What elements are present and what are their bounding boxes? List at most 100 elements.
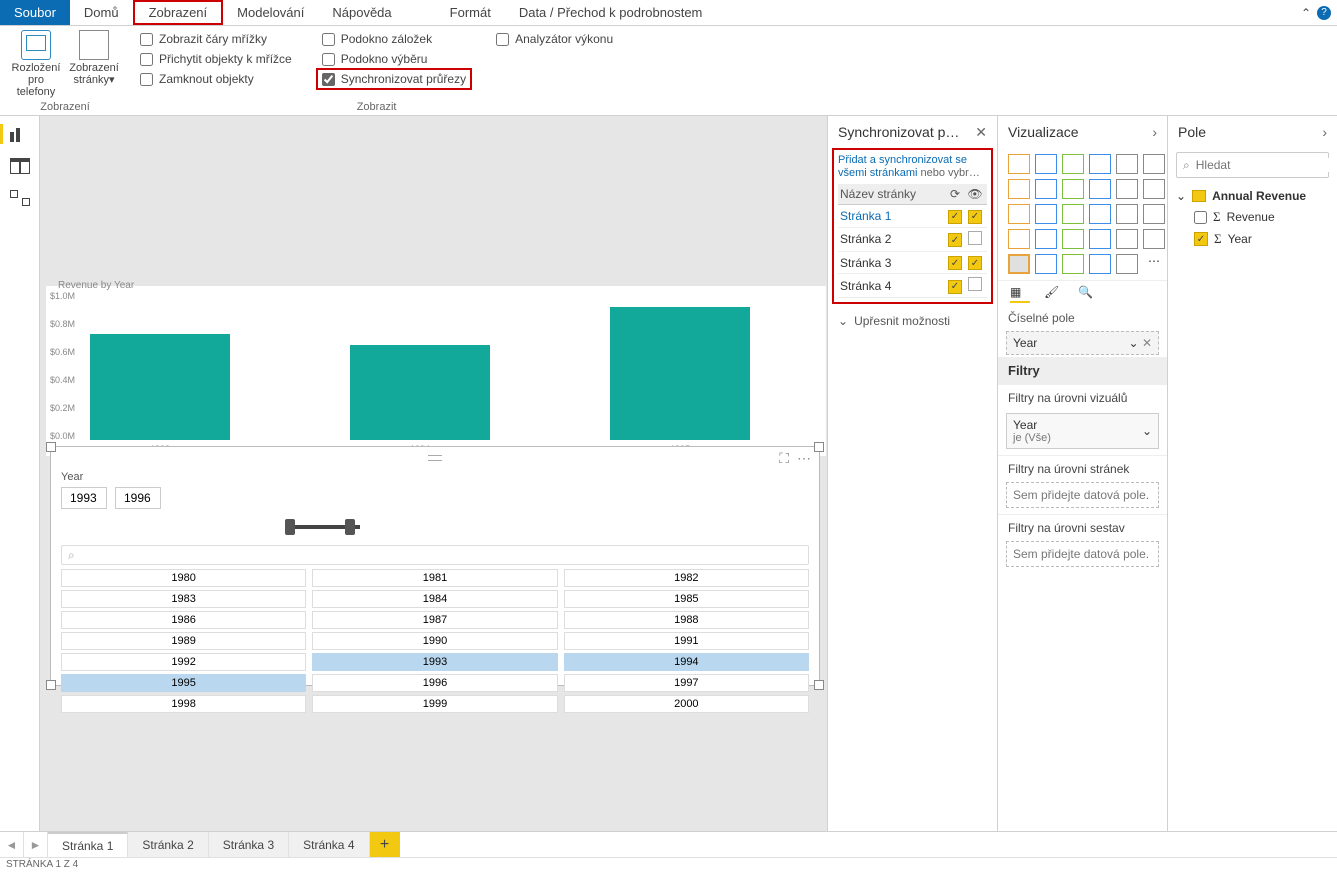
slicer-year-cell[interactable]: 1986 bbox=[61, 611, 306, 629]
chevron-right-icon[interactable]: › bbox=[1322, 124, 1327, 140]
report-canvas[interactable]: Revenue by Year $1.0M$0.8M$0.6M$0.4M$0.2… bbox=[40, 116, 827, 831]
field-year[interactable]: ✓ Σ Year bbox=[1176, 228, 1329, 250]
slicer-year-cell[interactable]: 1993 bbox=[312, 653, 557, 671]
slicer-year-cell[interactable]: 1997 bbox=[564, 674, 809, 692]
viz-type-icon[interactable] bbox=[1062, 254, 1084, 274]
visible-checkbox[interactable]: ✓ bbox=[968, 210, 982, 224]
format-tab-icon[interactable]: 🖌 bbox=[1044, 285, 1064, 303]
viz-type-icon[interactable] bbox=[1089, 254, 1111, 274]
sync-page-name[interactable]: Stránka 2 bbox=[840, 232, 945, 246]
viz-type-icon[interactable] bbox=[1089, 154, 1111, 174]
slicer-to-input[interactable]: 1996 bbox=[115, 487, 161, 509]
chk-selection[interactable]: Podokno výběru bbox=[322, 52, 466, 66]
slicer-year-cell[interactable]: 1996 bbox=[312, 674, 557, 692]
more-options-icon[interactable]: ⋯ bbox=[797, 450, 811, 467]
slicer-slider[interactable] bbox=[61, 515, 809, 541]
viz-type-icon[interactable] bbox=[1008, 254, 1030, 274]
slicer-year-cell[interactable]: 1985 bbox=[564, 590, 809, 608]
drag-grip-icon[interactable] bbox=[428, 455, 442, 461]
field-revenue-checkbox[interactable] bbox=[1194, 211, 1207, 224]
chk-perf[interactable]: Analyzátor výkonu bbox=[496, 32, 613, 46]
bar[interactable] bbox=[350, 345, 490, 440]
viz-type-icon[interactable] bbox=[1062, 229, 1084, 249]
advanced-options-toggle[interactable]: ⌄ Upřesnit možnosti bbox=[828, 304, 997, 338]
sync-hint[interactable]: Přidat a synchronizovat se všemi stránka… bbox=[838, 154, 987, 180]
slicer-year-cell[interactable]: 1980 bbox=[61, 569, 306, 587]
page-prev-button[interactable]: ◄ bbox=[0, 832, 24, 857]
chk-snap[interactable]: Přichytit objekty k mřížce bbox=[140, 52, 292, 66]
sync-checkbox[interactable]: ✓ bbox=[948, 256, 962, 270]
page-next-button[interactable]: ► bbox=[24, 832, 48, 857]
report-filter-dropzone[interactable]: Sem přidejte datová pole. bbox=[1006, 541, 1159, 567]
viz-type-icon[interactable] bbox=[1089, 179, 1111, 199]
bar[interactable] bbox=[610, 307, 750, 440]
viz-type-icon[interactable] bbox=[1143, 204, 1165, 224]
slicer-year-cell[interactable]: 1981 bbox=[312, 569, 557, 587]
viz-type-icon[interactable] bbox=[1035, 254, 1057, 274]
viz-type-icon[interactable] bbox=[1089, 204, 1111, 224]
rail-data-icon[interactable] bbox=[10, 158, 30, 174]
slider-knob-right[interactable] bbox=[345, 519, 355, 535]
resize-handle[interactable] bbox=[814, 680, 824, 690]
remove-field-icon[interactable]: ✕ bbox=[1142, 336, 1152, 350]
rail-model-icon[interactable] bbox=[10, 190, 30, 206]
analytics-tab-icon[interactable]: 🔍 bbox=[1078, 285, 1098, 303]
slicer-year-cell[interactable]: 1988 bbox=[564, 611, 809, 629]
viz-type-icon[interactable] bbox=[1035, 179, 1057, 199]
tab-view[interactable]: Zobrazení bbox=[133, 0, 224, 25]
viz-type-icon[interactable] bbox=[1116, 204, 1138, 224]
slicer-year-cell[interactable]: 1994 bbox=[564, 653, 809, 671]
visible-checkbox[interactable]: ✓ bbox=[968, 256, 982, 270]
viz-type-icon[interactable] bbox=[1116, 229, 1138, 249]
page-tab[interactable]: Stránka 2 bbox=[128, 832, 208, 857]
viz-type-icon[interactable] bbox=[1116, 154, 1138, 174]
slicer-year-cell[interactable]: 1990 bbox=[312, 632, 557, 650]
viz-type-icon[interactable] bbox=[1062, 154, 1084, 174]
viz-type-icon[interactable] bbox=[1008, 179, 1030, 199]
rail-report-icon[interactable] bbox=[10, 126, 30, 142]
viz-type-icon[interactable] bbox=[1008, 229, 1030, 249]
chk-lock[interactable]: Zamknout objekty bbox=[140, 72, 292, 86]
sync-page-name[interactable]: Stránka 3 bbox=[840, 256, 945, 270]
chevron-down-icon[interactable]: ⌄ bbox=[1142, 424, 1152, 438]
focus-mode-icon[interactable]: ⛶ bbox=[779, 450, 789, 467]
slicer-year-cell[interactable]: 1998 bbox=[61, 695, 306, 713]
slicer-year-cell[interactable]: 1995 bbox=[61, 674, 306, 692]
slicer-year-cell[interactable]: 1992 bbox=[61, 653, 306, 671]
slicer-year-cell[interactable]: 1984 bbox=[312, 590, 557, 608]
sync-page-name[interactable]: Stránka 1 bbox=[840, 209, 945, 223]
tab-format[interactable]: Formát bbox=[436, 0, 505, 25]
chevron-right-icon[interactable]: › bbox=[1152, 124, 1157, 140]
viz-type-icon[interactable] bbox=[1035, 229, 1057, 249]
fields-search[interactable]: ⌕ bbox=[1176, 152, 1329, 178]
field-well-year[interactable]: Year ⌄ ✕ bbox=[1006, 331, 1159, 355]
sync-checkbox[interactable]: ✓ bbox=[948, 233, 962, 247]
tab-drill[interactable]: Data / Přechod k podrobnostem bbox=[505, 0, 717, 25]
tab-home[interactable]: Domů bbox=[70, 0, 133, 25]
slider-knob-left[interactable] bbox=[285, 519, 295, 535]
slicer-year-cell[interactable]: 1989 bbox=[61, 632, 306, 650]
viz-type-icon[interactable] bbox=[1089, 229, 1111, 249]
field-year-checkbox[interactable]: ✓ bbox=[1194, 232, 1208, 246]
chk-bookmarks[interactable]: Podokno záložek bbox=[322, 32, 466, 46]
viz-type-icon[interactable] bbox=[1116, 179, 1138, 199]
tab-help[interactable]: Nápověda bbox=[318, 0, 405, 25]
phone-layout-button[interactable]: Rozložení pro telefony bbox=[10, 30, 62, 98]
slicer-from-input[interactable]: 1993 bbox=[61, 487, 107, 509]
tab-file[interactable]: Soubor bbox=[0, 0, 70, 25]
collapse-ribbon-icon[interactable]: ⌃ bbox=[1301, 6, 1311, 20]
viz-type-icon[interactable] bbox=[1062, 204, 1084, 224]
slicer-year-cell[interactable]: 1982 bbox=[564, 569, 809, 587]
add-page-button[interactable]: + bbox=[370, 832, 400, 857]
page-tab[interactable]: Stránka 1 bbox=[48, 832, 128, 857]
year-slicer-visual[interactable]: ⛶ ⋯ Year 1993 1996 ⌕ 19801981198219 bbox=[50, 446, 820, 686]
bar[interactable] bbox=[90, 334, 230, 440]
viz-type-icon[interactable] bbox=[1035, 154, 1057, 174]
page-filter-dropzone[interactable]: Sem přidejte datová pole. bbox=[1006, 482, 1159, 508]
viz-type-icon[interactable] bbox=[1143, 229, 1165, 249]
slicer-year-cell[interactable]: 1999 bbox=[312, 695, 557, 713]
chevron-down-icon[interactable]: ⌄ bbox=[1129, 336, 1139, 350]
slicer-search[interactable]: ⌕ bbox=[61, 545, 809, 565]
slicer-year-cell[interactable]: 2000 bbox=[564, 695, 809, 713]
page-view-button[interactable]: Zobrazení stránky▾ bbox=[68, 30, 120, 98]
